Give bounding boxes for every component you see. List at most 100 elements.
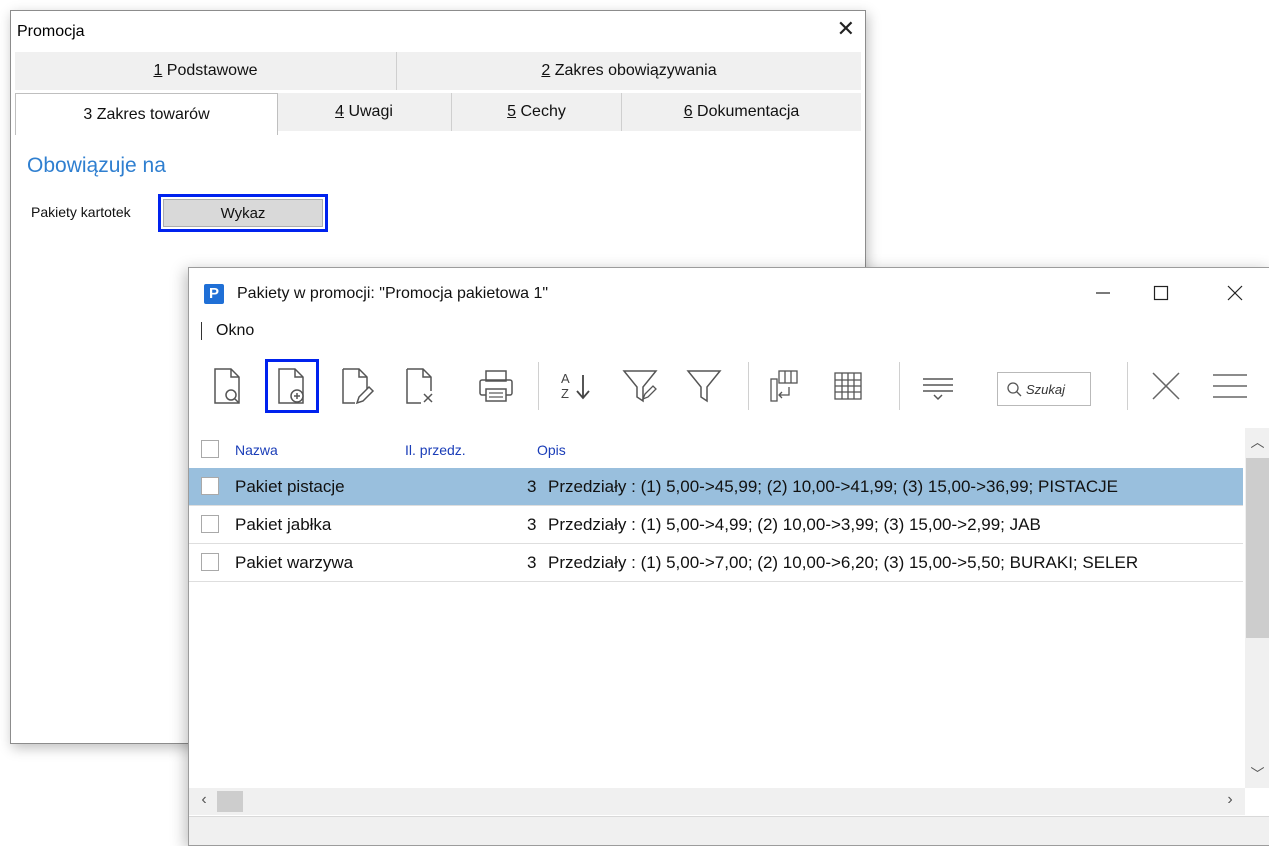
close-icon [1152,372,1180,400]
table-grid-icon [834,372,862,400]
filter-icon [686,370,722,403]
column-header-opis[interactable]: Opis [537,442,566,458]
row-nazwa: Pakiet warzywa [235,553,354,572]
select-all-checkbox[interactable] [201,440,219,458]
document-search-icon [214,368,240,404]
expand-button[interactable] [911,359,965,413]
tab-zakres-obowiazywania-label: Zakres obowiązywania [550,62,717,79]
toolbar-separator [748,362,749,410]
packages-grid: Nazwa Il. przedz. Opis Pakiet pistacje 3… [189,428,1243,788]
scroll-right-icon[interactable]: › [1219,791,1241,809]
toolbar-separator [1127,362,1128,410]
row-il-przedz: 3 [527,515,537,534]
document-delete-icon [406,368,433,404]
pakiety-kartotek-label: Pakiety kartotek [31,204,131,220]
columns-arrow-icon [770,370,798,402]
tab-zakres-towarow-label: Zakres towarów [92,105,210,123]
row-opis: Przedziały : (1) 5,00->7,00; (2) 10,00->… [548,553,1139,572]
delete-document-button[interactable] [393,359,447,413]
print-button[interactable] [469,359,523,413]
tab-podstawowe[interactable]: 1 Podstawowe [15,52,397,90]
filter-edit-icon [622,370,658,403]
grid-header: Nazwa Il. przedz. Opis [189,428,1243,466]
menu-okno[interactable]: Okno [216,322,254,339]
tab-cechy-label: Cechy [516,103,566,120]
row-nazwa: Pakiet jabłka [235,515,332,534]
menu-button[interactable] [1203,359,1257,413]
pakiety-window-title: Pakiety w promocji: "Promocja pakietowa … [237,285,549,302]
search-input[interactable]: Szukaj [997,372,1091,406]
document-add-icon [278,368,304,404]
filter-edit-button[interactable] [613,359,667,413]
tab-dokumentacja[interactable]: 6 Dokumentacja [622,93,861,131]
tab-uwagi[interactable]: 4 Uwagi [277,93,452,131]
section-title: Obowiązuje na [27,154,166,177]
filter-button[interactable] [677,359,731,413]
printer-icon [479,370,513,402]
menu-bar: Okno [201,322,254,340]
hamburger-icon [1213,374,1247,398]
row-opis: Przedziały : (1) 5,00->4,99; (2) 10,00->… [548,515,1041,534]
app-icon: P [204,284,224,304]
sort-button[interactable]: AZ [549,359,603,413]
row-il-przedz: 3 [527,477,537,496]
tab-dokumentacja-label: Dokumentacja [692,103,800,120]
vertical-scrollbar[interactable]: ︿ ﹀ [1245,428,1269,788]
sort-az-icon: AZ [561,371,590,401]
table-row[interactable]: Pakiet pistacje 3 Przedziały : (1) 5,00-… [189,468,1243,506]
clear-button[interactable] [1139,359,1193,413]
toolbar-separator [538,362,539,410]
search-icon [1007,382,1022,397]
table-row[interactable]: Pakiet jabłka 3 Przedziały : (1) 5,00->4… [189,506,1243,544]
lines-chevron-icon [923,378,953,401]
add-document-button[interactable] [265,359,319,413]
edit-document-button[interactable] [329,359,383,413]
row-nazwa: Pakiet pistacje [235,477,345,496]
tab-zakres-obowiazywania[interactable]: 2 Zakres obowiązywania [397,52,861,90]
tab-row-1: 1 Podstawowe 2 Zakres obowiązywania [15,52,861,90]
row-checkbox[interactable] [201,553,219,571]
close-icon[interactable]: ✕ [837,17,855,41]
tab-uwagi-num: 4 [335,103,344,120]
wykaz-button-label: Wykaz [163,199,323,227]
tab-cechy[interactable]: 5 Cechy [452,93,622,131]
tab-dokumentacja-num: 6 [683,103,693,120]
wykaz-button[interactable]: Wykaz [158,194,328,232]
pakiety-window: P Pakiety w promocji: "Promocja pakietow… [188,267,1269,846]
row-checkbox[interactable] [201,477,219,495]
minimize-icon[interactable] [1083,278,1123,308]
row-il-przedz: 3 [527,553,537,572]
tab-zakres-obowiazywania-num: 2 [541,62,551,79]
tab-uwagi-label: Uwagi [344,103,393,120]
vertical-scroll-thumb[interactable] [1246,458,1269,638]
document-edit-icon [342,368,375,405]
scroll-up-icon[interactable]: ︿ [1245,432,1269,452]
column-header-il-przedz[interactable]: Il. przedz. [405,442,466,458]
tab-podstawowe-label: Podstawowe [162,62,258,79]
scroll-left-icon[interactable]: ‹ [193,791,215,809]
status-bar [189,816,1269,845]
tab-cechy-num: 5 [507,103,517,120]
columns-button[interactable] [757,359,811,413]
tab-zakres-towarow[interactable]: 3 Zakres towarów [15,93,278,135]
row-opis: Przedziały : (1) 5,00->45,99; (2) 10,00-… [548,477,1118,496]
search-placeholder: Szukaj [1026,381,1066,397]
tab-podstawowe-num: 1 [153,62,163,79]
preview-document-button[interactable] [201,359,255,413]
tab-zakres-towarow-num: 3 [83,105,93,123]
svg-text:Z: Z [561,386,569,401]
table-row[interactable]: Pakiet warzywa 3 Przedziały : (1) 5,00->… [189,544,1243,582]
row-checkbox[interactable] [201,515,219,533]
scroll-down-icon[interactable]: ﹀ [1245,764,1269,784]
column-header-nazwa[interactable]: Nazwa [235,442,278,458]
horizontal-scrollbar[interactable]: ‹ › [189,788,1245,815]
maximize-icon[interactable] [1141,278,1181,308]
promocja-window-title: Promocja [17,23,85,40]
horizontal-scroll-thumb[interactable] [217,791,243,812]
toolbar: AZ Szukaj [189,352,1269,422]
svg-text:A: A [561,371,570,386]
toolbar-separator [899,362,900,410]
menu-separator [201,322,202,340]
close-icon[interactable] [1215,278,1255,308]
grid-button[interactable] [821,359,875,413]
